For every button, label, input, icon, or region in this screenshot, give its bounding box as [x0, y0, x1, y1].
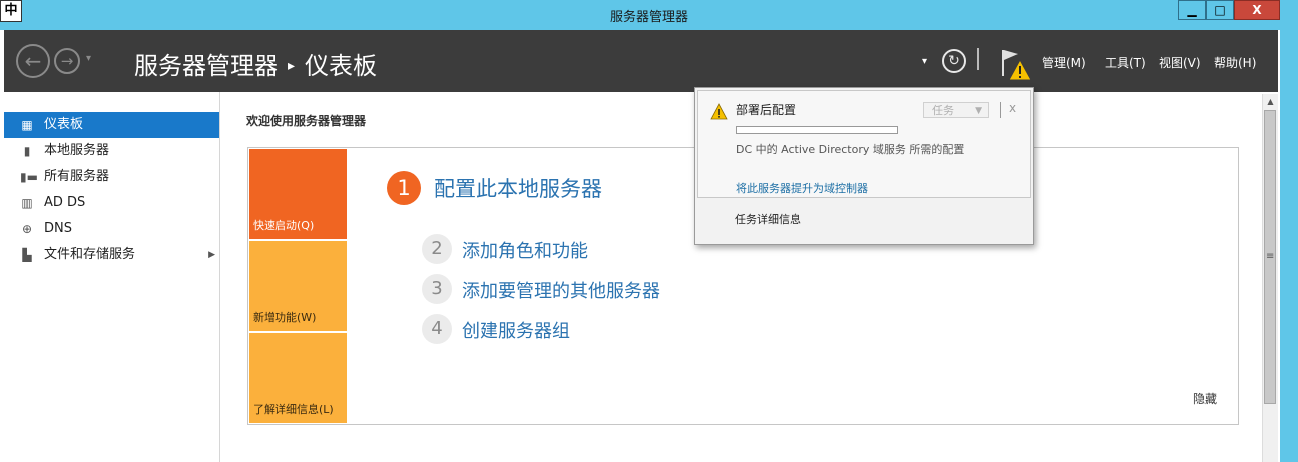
title-bar: 中 服务器管理器 ▁ □ X — [0, 0, 1298, 30]
breadcrumb-separator-icon: ▸ — [288, 58, 296, 74]
refresh-button[interactable]: ↻ — [942, 49, 966, 73]
step-add-servers[interactable]: 添加要管理的其他服务器 — [462, 277, 660, 303]
step-create-server-group[interactable]: 创建服务器组 — [462, 317, 570, 343]
history-dropdown-icon[interactable]: ▾ — [86, 53, 91, 64]
header-dropdown-icon[interactable]: ▾ — [922, 56, 927, 67]
scroll-up-icon[interactable]: ▲ — [1263, 94, 1278, 109]
dns-icon: ⊕ — [21, 222, 33, 236]
window-frame-right — [1280, 30, 1298, 462]
tile-label: 了解详细信息(L) — [253, 403, 334, 416]
window-title: 服务器管理器 — [609, 10, 688, 25]
expand-arrow-icon[interactable]: ▶ — [208, 242, 215, 268]
notifications-popup: 部署后配置 任务 ▼ x DC 中的 Active Directory 域服务 … — [694, 87, 1034, 245]
back-button[interactable]: ← — [16, 44, 50, 78]
notification-description: DC 中的 Active Directory 域服务 所需的配置 — [736, 143, 965, 156]
all-servers-icon: ▮▬ — [20, 170, 38, 184]
task-details-link[interactable]: 任务详细信息 — [735, 211, 801, 227]
menu-manage[interactable]: 管理(M) — [1042, 54, 1086, 71]
sidebar-item-dns[interactable]: ⊕ DNS — [4, 216, 219, 242]
tile-learn-more[interactable]: 了解详细信息(L) — [249, 333, 347, 423]
scroll-thumb[interactable]: ≡ — [1264, 110, 1276, 404]
promote-dc-link[interactable]: 将此服务器提升为域控制器 — [736, 180, 868, 196]
close-button[interactable]: X — [1234, 0, 1280, 20]
sidebar-item-label: 仪表板 — [44, 117, 84, 132]
step-number: 2 — [422, 234, 452, 264]
header-divider — [977, 48, 979, 70]
notification-title: 部署后配置 — [736, 103, 797, 117]
step-number: 4 — [422, 314, 452, 344]
app-header: ← → ▾ 服务器管理器 ▸ 仪表板 ▾ ↻ 管理(M) 工具(T) 视图(V) 帮… — [4, 30, 1278, 92]
sidebar-item-label: 所有服务器 — [44, 169, 110, 184]
notification-divider — [1000, 102, 1001, 118]
forward-arrow-icon: → — [60, 52, 74, 70]
sidebar-item-label: 文件和存储服务 — [44, 247, 136, 262]
task-dropdown-label: 任务 — [932, 104, 954, 117]
sidebar-item-dashboard[interactable]: ▦ 仪表板 — [4, 112, 219, 138]
back-arrow-icon: ← — [24, 49, 42, 73]
local-server-icon: ▮ — [23, 144, 31, 158]
tile-label: 快速启动(Q) — [253, 219, 315, 232]
tile-whats-new[interactable]: 新增功能(W) — [249, 241, 347, 331]
menu-view[interactable]: 视图(V) — [1159, 54, 1201, 71]
dropdown-arrow-icon: ▼ — [975, 106, 982, 116]
task-dropdown[interactable]: 任务 ▼ — [923, 102, 989, 118]
tile-quick-start[interactable]: 快速启动(Q) — [249, 149, 347, 239]
vertical-scrollbar[interactable]: ▲ ≡ — [1262, 94, 1278, 462]
notification-flag-icon[interactable] — [998, 46, 1032, 82]
hide-link[interactable]: 隐藏 — [1193, 390, 1217, 407]
sidebar-item-label: 本地服务器 — [44, 143, 110, 158]
grip-icon: ≡ — [1266, 251, 1275, 262]
step-number: 3 — [422, 274, 452, 304]
notification-card: 部署后配置 任务 ▼ x DC 中的 Active Directory 域服务 … — [697, 90, 1031, 198]
sidebar: ▦ 仪表板 ▮ 本地服务器 ▮▬ 所有服务器 ▥ AD DS ⊕ DNS ▙ 文… — [4, 92, 220, 462]
step-configure-local-server[interactable]: 配置此本地服务器 — [434, 173, 602, 203]
breadcrumb-current: 仪表板 — [305, 52, 378, 80]
menu-help[interactable]: 帮助(H) — [1214, 54, 1256, 71]
welcome-heading: 欢迎使用服务器管理器 — [246, 114, 367, 128]
minimize-button[interactable]: ▁ — [1178, 0, 1206, 20]
breadcrumb-root[interactable]: 服务器管理器 — [134, 52, 278, 80]
progress-bar — [736, 126, 898, 134]
sidebar-item-local-server[interactable]: ▮ 本地服务器 — [4, 138, 219, 164]
menu-tools[interactable]: 工具(T) — [1105, 54, 1146, 71]
dashboard-icon: ▦ — [21, 118, 33, 132]
ad-ds-icon: ▥ — [21, 196, 33, 210]
sidebar-item-all-servers[interactable]: ▮▬ 所有服务器 — [4, 164, 219, 190]
sidebar-item-file-storage[interactable]: ▙ 文件和存储服务 ▶ — [4, 242, 219, 268]
breadcrumb: 服务器管理器 ▸ 仪表板 — [134, 46, 377, 81]
refresh-icon: ↻ — [948, 53, 960, 69]
warning-icon — [710, 103, 728, 120]
notification-close-icon[interactable]: x — [1009, 101, 1016, 115]
forward-button[interactable]: → — [54, 48, 80, 74]
sidebar-item-label: AD DS — [44, 195, 86, 210]
sidebar-item-ad-ds[interactable]: ▥ AD DS — [4, 190, 219, 216]
sidebar-item-label: DNS — [44, 221, 72, 236]
step-add-roles[interactable]: 添加角色和功能 — [462, 237, 588, 263]
file-storage-icon: ▙ — [22, 248, 32, 262]
step-number: 1 — [387, 171, 421, 205]
maximize-button[interactable]: □ — [1206, 0, 1234, 20]
tile-label: 新增功能(W) — [253, 311, 317, 324]
